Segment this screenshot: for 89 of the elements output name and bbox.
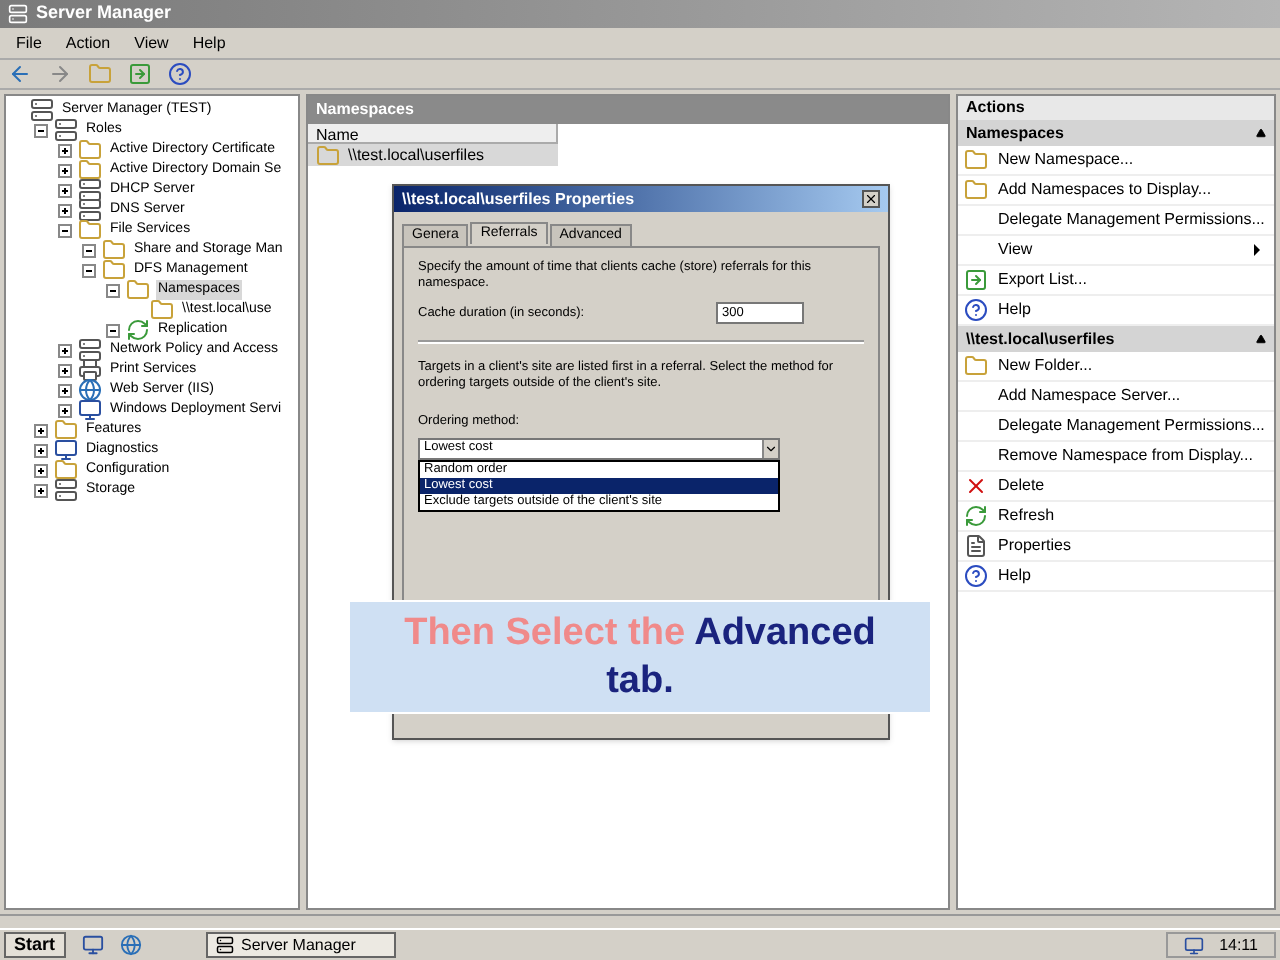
help-icon[interactable]	[168, 62, 192, 86]
refresh-icon	[964, 504, 988, 528]
server-icon	[30, 98, 54, 122]
server-icon	[215, 936, 234, 954]
collapse-toggle[interactable]	[106, 283, 120, 297]
printer-icon	[78, 358, 102, 382]
table-cell: \\test.local\userfiles	[348, 143, 485, 167]
server-icon	[54, 478, 78, 502]
monitor-icon	[78, 398, 102, 422]
desktop-icon[interactable]	[81, 934, 104, 956]
folder-icon	[102, 258, 126, 282]
folder-icon	[150, 298, 174, 322]
menu-item[interactable]: View	[134, 31, 169, 55]
actions-pane-entry[interactable]: Help	[958, 562, 1274, 592]
folder-icon	[126, 278, 150, 302]
menu-item[interactable]: Action	[65, 31, 111, 55]
folder-icon	[54, 458, 78, 482]
menu-item[interactable]: File	[16, 31, 42, 55]
server-icon	[8, 4, 28, 24]
actions-pane-entry[interactable]: View	[958, 236, 1274, 266]
panel-header: Namespaces	[308, 96, 948, 124]
actions-pane-entry[interactable]: Remove Namespace from Display...	[958, 442, 1274, 472]
server-icon	[78, 178, 102, 202]
back-icon[interactable]	[8, 62, 32, 86]
folder-icon	[964, 178, 988, 202]
export-icon	[964, 268, 988, 292]
actions-pane-entry[interactable]: Refresh	[958, 502, 1274, 532]
folder-icon	[964, 354, 988, 378]
expand-toggle[interactable]	[58, 403, 72, 417]
help-icon	[964, 298, 988, 322]
table-row[interactable]: \\test.local\userfiles	[308, 144, 558, 166]
actions-pane-entry[interactable]: Delegate Management Permissions...	[958, 412, 1274, 442]
expand-toggle[interactable]	[58, 203, 72, 217]
expand-toggle[interactable]	[58, 183, 72, 197]
submenu-icon	[1254, 244, 1260, 256]
actions-pane-entry[interactable]: New Namespace...	[958, 146, 1274, 176]
collapse-toggle[interactable]	[34, 123, 48, 137]
column-header[interactable]: Name	[308, 124, 558, 144]
folder-icon	[78, 218, 102, 242]
section-header[interactable]: \\test.local\userfiles	[958, 326, 1274, 352]
expand-toggle[interactable]	[58, 363, 72, 377]
expand-toggle[interactable]	[58, 343, 72, 357]
folder-icon	[102, 238, 126, 262]
folder-icon	[78, 138, 102, 162]
expand-toggle[interactable]	[58, 163, 72, 177]
folder-icon	[54, 418, 78, 442]
close-button[interactable]	[862, 190, 880, 208]
refresh-icon	[126, 318, 150, 342]
expand-toggle[interactable]	[58, 143, 72, 157]
actions-pane-entry[interactable]: Properties	[958, 532, 1274, 562]
expand-toggle[interactable]	[34, 463, 48, 477]
server-icon	[78, 198, 102, 222]
globe-icon	[78, 378, 102, 402]
expand-toggle[interactable]	[34, 483, 48, 497]
clock: 14:11	[1219, 933, 1258, 957]
actions-pane-entry[interactable]: Add Namespaces to Display...	[958, 176, 1274, 206]
document-icon	[964, 534, 988, 558]
expand-toggle[interactable]	[34, 423, 48, 437]
collapse-toggle[interactable]	[58, 223, 72, 237]
menu-item[interactable]: Help	[192, 31, 226, 55]
actions-pane-entry[interactable]: Export List...	[958, 266, 1274, 296]
expand-toggle[interactable]	[34, 443, 48, 457]
browser-icon[interactable]	[119, 934, 142, 956]
collapse-icon	[1256, 334, 1266, 344]
monitor-icon	[54, 438, 78, 462]
actions-pane-entry[interactable]: Add Namespace Server...	[958, 382, 1274, 412]
folder-icon	[316, 143, 340, 167]
help-icon	[964, 564, 988, 588]
collapse-toggle[interactable]	[106, 323, 120, 337]
delete-icon	[964, 474, 988, 498]
section-header[interactable]: Namespaces	[958, 120, 1274, 146]
actions-pane-entry[interactable]: Delete	[958, 472, 1274, 502]
server-icon	[78, 338, 102, 362]
start-button[interactable]: Start	[4, 932, 66, 958]
collapse-toggle[interactable]	[82, 243, 96, 257]
window-title: Server Manager	[36, 0, 172, 27]
actions-pane-entry[interactable]: Delegate Management Permissions...	[958, 206, 1274, 236]
folder-icon	[78, 158, 102, 182]
collapse-icon	[1256, 128, 1266, 138]
dialog-title: \\test.local\userfiles Properties	[402, 187, 635, 211]
server-icon	[54, 118, 78, 142]
taskbar-button[interactable]: Server Manager	[205, 932, 396, 958]
expand-toggle[interactable]	[58, 383, 72, 397]
folder-icon	[964, 148, 988, 172]
panel-header: Actions	[958, 96, 1274, 120]
caption-text: Then Select the Advanced tab.	[402, 609, 878, 705]
actions-pane-entry[interactable]: New Folder...	[958, 352, 1274, 382]
network-icon[interactable]	[1183, 935, 1204, 955]
collapse-toggle[interactable]	[82, 263, 96, 277]
